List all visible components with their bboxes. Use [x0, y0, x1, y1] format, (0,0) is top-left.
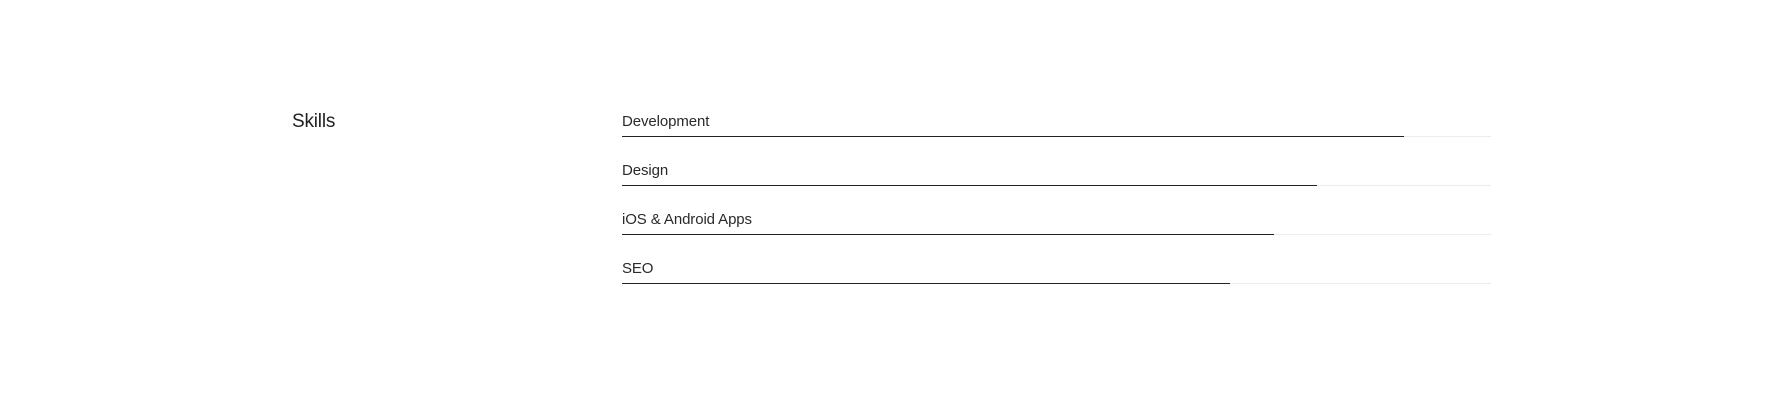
skill-label: Design: [622, 162, 669, 179]
skill-progress-track: [622, 283, 1491, 284]
skills-title: Skills: [292, 111, 336, 132]
skills-section: Skills Development Design iOS & Android …: [0, 0, 1783, 405]
skill-list: Development Design iOS & Android Apps SE…: [622, 112, 1491, 308]
skill-progress-track: [622, 185, 1491, 186]
skill-label: iOS & Android Apps: [622, 211, 752, 228]
skill-progress-track: [622, 234, 1491, 235]
skill-progress-fill: [622, 283, 1231, 284]
skill-item-ios-android-apps: iOS & Android Apps: [622, 210, 1491, 259]
skill-progress-fill: [622, 234, 1274, 235]
skill-label: SEO: [622, 260, 654, 277]
skill-label: Development: [622, 113, 710, 130]
skill-item-seo: SEO: [622, 259, 1491, 308]
skill-progress-fill: [622, 136, 1405, 137]
skill-item-development: Development: [622, 112, 1491, 161]
skill-progress-fill: [622, 185, 1318, 186]
skill-item-design: Design: [622, 161, 1491, 210]
skill-progress-track: [622, 136, 1491, 137]
